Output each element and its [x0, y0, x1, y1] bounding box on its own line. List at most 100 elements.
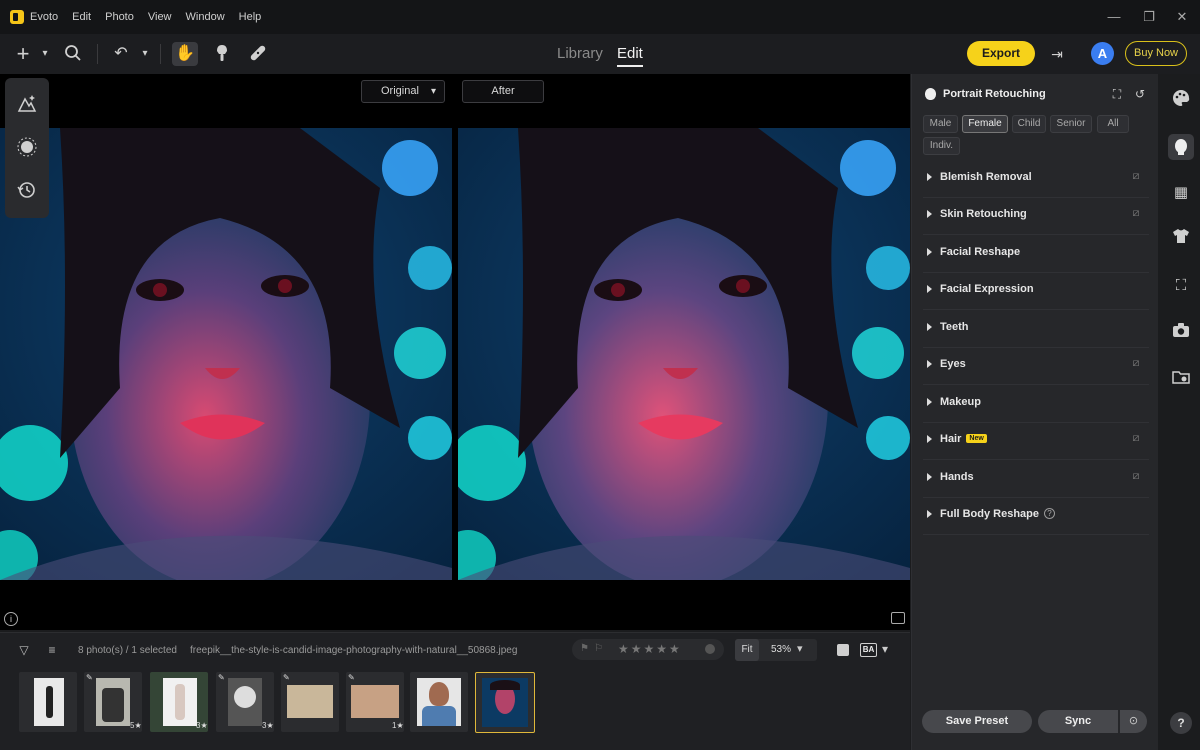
- thumbnail-image: [287, 685, 333, 718]
- thumbnail-image: [482, 678, 528, 727]
- thumbnail-7[interactable]: [410, 672, 468, 732]
- section-hair[interactable]: Hair New ⧄: [923, 423, 1149, 460]
- thumbnail-1[interactable]: [19, 672, 77, 732]
- section-teeth[interactable]: Teeth: [923, 311, 1149, 348]
- export-arrow-icon[interactable]: ⇥: [1047, 44, 1067, 64]
- zoom-value[interactable]: 53%: [771, 644, 791, 655]
- rating-bar: ⚑ ⚐ ★★★★★: [572, 639, 724, 660]
- section-facial-reshape[interactable]: Facial Reshape: [923, 236, 1149, 273]
- section-eyes[interactable]: Eyes ⧄: [923, 348, 1149, 385]
- menu-help[interactable]: Help: [239, 11, 262, 23]
- chevron-down-icon[interactable]: ▾: [797, 642, 803, 655]
- chip-male[interactable]: Male: [923, 115, 958, 133]
- clothing-icon[interactable]: [1170, 228, 1192, 250]
- crop-icon[interactable]: ⛶: [1170, 275, 1192, 297]
- thumbnail-4[interactable]: ✎ 3★: [216, 672, 274, 732]
- folder-preview-icon[interactable]: [1170, 369, 1192, 391]
- maximize-icon[interactable]: ❐: [1141, 9, 1157, 25]
- section-label: Full Body Reshape?: [940, 508, 1056, 520]
- compare-after-label[interactable]: After: [462, 80, 544, 103]
- thumbnail-5[interactable]: ✎: [281, 672, 339, 732]
- thumbnail-3[interactable]: 3★: [150, 672, 208, 732]
- sort-icon[interactable]: ≡: [44, 643, 60, 657]
- palette-icon[interactable]: [1170, 89, 1192, 111]
- edited-pencil-icon: ✎: [218, 673, 225, 682]
- thumbnail-6[interactable]: ✎ 1★: [346, 672, 404, 732]
- expand-arrow-icon: [927, 323, 932, 331]
- close-icon[interactable]: ✕: [1174, 9, 1190, 25]
- tab-library[interactable]: Library: [557, 45, 603, 62]
- buy-now-button[interactable]: Buy Now: [1125, 41, 1187, 66]
- chip-senior[interactable]: Senior: [1050, 115, 1092, 133]
- background-icon[interactable]: ▦: [1170, 182, 1192, 204]
- section-label: Eyes: [940, 358, 966, 370]
- history-icon[interactable]: [15, 180, 39, 204]
- retouched-photo[interactable]: [458, 128, 910, 580]
- flag-icon[interactable]: ⚑: [580, 643, 589, 654]
- bandage-tool-icon[interactable]: [247, 44, 269, 64]
- section-skin-retouching[interactable]: Skin Retouching ⧄: [923, 198, 1149, 235]
- sync-settings-icon[interactable]: ⊙: [1120, 710, 1147, 733]
- reject-flag-icon[interactable]: ⚐: [594, 643, 603, 654]
- brush-edit-icon[interactable]: ⧄: [1129, 469, 1143, 483]
- menu-photo[interactable]: Photo: [105, 11, 134, 23]
- ai-adjust-icon[interactable]: [15, 94, 39, 118]
- portrait-retouch-icon[interactable]: [1168, 134, 1194, 160]
- export-button[interactable]: Export: [967, 41, 1035, 66]
- chevron-down-icon[interactable]: ▾: [882, 642, 888, 656]
- filter-icon[interactable]: ▽: [17, 643, 31, 657]
- thumbnail-2[interactable]: ✎ 5★: [84, 672, 142, 732]
- add-icon[interactable]: +: [12, 43, 34, 65]
- section-label: Hair New: [940, 433, 987, 445]
- brush-edit-icon[interactable]: ⧄: [1129, 169, 1143, 183]
- camera-icon[interactable]: [1170, 322, 1192, 344]
- brush-edit-icon[interactable]: ⧄: [1129, 206, 1143, 220]
- star-rating[interactable]: ★★★★★: [618, 642, 682, 656]
- chevron-down-icon[interactable]: ▾: [34, 44, 56, 64]
- menu-window[interactable]: Window: [186, 11, 225, 23]
- section-makeup[interactable]: Makeup: [923, 386, 1149, 423]
- expand-arrow-icon: [927, 510, 932, 518]
- save-preset-button[interactable]: Save Preset: [922, 710, 1032, 733]
- thumbnail-rating: 3★: [262, 721, 274, 730]
- single-view-icon[interactable]: [837, 644, 849, 656]
- undo-history-chevron-icon[interactable]: ▾: [134, 44, 156, 64]
- tab-edit[interactable]: Edit: [617, 45, 643, 67]
- chip-female[interactable]: Female: [962, 115, 1008, 133]
- sync-button[interactable]: Sync: [1038, 710, 1118, 733]
- section-full-body-reshape[interactable]: Full Body Reshape?: [923, 498, 1149, 535]
- before-after-icon[interactable]: BA: [860, 643, 877, 657]
- minimize-icon[interactable]: —: [1106, 9, 1122, 25]
- compare-original-dropdown[interactable]: Original ▾: [361, 80, 445, 103]
- undo-icon[interactable]: ↶: [110, 44, 132, 64]
- expand-arrow-icon: [927, 398, 932, 406]
- help-button[interactable]: ?: [1170, 712, 1192, 734]
- chip-all[interactable]: All: [1097, 115, 1129, 133]
- info-icon[interactable]: i: [4, 612, 18, 626]
- brush-edit-icon[interactable]: ⧄: [1129, 356, 1143, 370]
- zoom-control: Fit 53% ▾: [735, 639, 817, 661]
- menu-view[interactable]: View: [148, 11, 172, 23]
- thumbnail-8-selected[interactable]: [475, 672, 535, 733]
- split-view-icon[interactable]: [891, 612, 905, 624]
- face-detect-icon[interactable]: ⛶: [1109, 86, 1125, 102]
- original-photo[interactable]: [0, 128, 452, 580]
- color-label-icon[interactable]: [705, 644, 715, 654]
- fit-button[interactable]: Fit: [735, 639, 759, 661]
- hand-tool-icon[interactable]: ✋: [172, 42, 198, 66]
- chip-individual[interactable]: Indiv.: [923, 137, 960, 155]
- left-tool-palette: [5, 78, 49, 218]
- brush-tool-icon[interactable]: [211, 44, 233, 64]
- section-blemish-removal[interactable]: Blemish Removal ⧄: [923, 161, 1149, 198]
- menu-edit[interactable]: Edit: [72, 11, 91, 23]
- reset-icon[interactable]: ↺: [1133, 86, 1147, 102]
- search-icon[interactable]: [62, 44, 84, 64]
- brush-edit-icon[interactable]: ⧄: [1129, 431, 1143, 445]
- section-hands[interactable]: Hands ⧄: [923, 461, 1149, 498]
- mask-tool-icon[interactable]: [15, 137, 39, 161]
- toolbar-divider: [160, 44, 161, 64]
- avatar[interactable]: A: [1091, 42, 1114, 65]
- help-circle-icon[interactable]: ?: [1044, 508, 1056, 519]
- section-facial-expression[interactable]: Facial Expression: [923, 273, 1149, 310]
- chip-child[interactable]: Child: [1012, 115, 1046, 133]
